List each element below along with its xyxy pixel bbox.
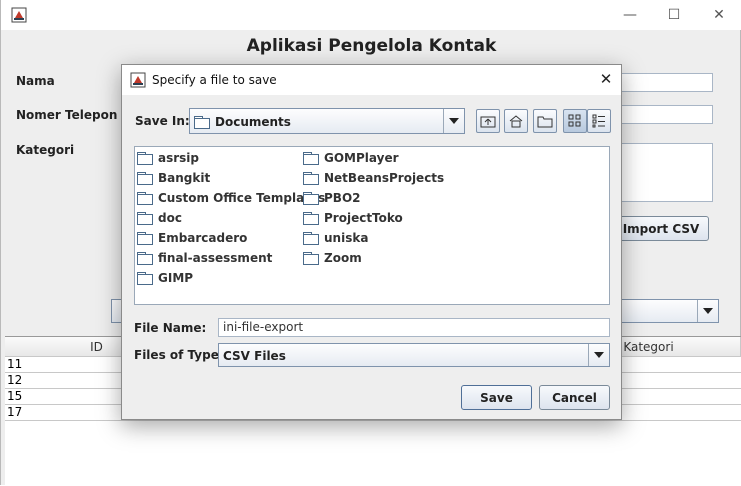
up-folder-icon — [480, 116, 496, 128]
file-name-label: File Name: — [134, 321, 207, 335]
folder-icon — [303, 252, 319, 265]
list-item[interactable]: GOMPlayer — [303, 149, 399, 167]
list-item[interactable]: Custom Office Templates — [137, 189, 325, 207]
chevron-down-icon — [588, 344, 609, 366]
folder-icon — [137, 252, 153, 265]
app-heading: Aplikasi Pengelola Kontak — [246, 36, 497, 56]
kategori-textarea[interactable] — [611, 143, 713, 202]
java-app-icon — [130, 72, 146, 88]
folder-icon — [194, 116, 210, 129]
label-nama: Nama — [16, 74, 55, 88]
list-view-icon — [568, 114, 581, 127]
folder-icon — [303, 152, 319, 165]
file-list[interactable]: asrsip Bangkit Custom Office Templates d… — [134, 146, 610, 305]
dialog-title: Specify a file to save — [152, 73, 277, 87]
file-type-value: CSV Files — [223, 349, 286, 363]
nama-input[interactable] — [611, 73, 713, 92]
minimize-button[interactable]: — — [607, 0, 653, 30]
list-item[interactable]: doc — [137, 209, 182, 227]
save-in-value: Documents — [215, 115, 291, 129]
folder-icon — [137, 272, 153, 285]
save-button[interactable]: Save — [461, 385, 532, 410]
new-folder-button[interactable] — [533, 109, 557, 133]
list-item[interactable]: Zoom — [303, 249, 362, 267]
list-item[interactable]: Bangkit — [137, 169, 210, 187]
import-csv-button[interactable]: Import CSV — [613, 216, 709, 241]
label-kategori: Kategori — [16, 143, 75, 157]
file-type-label: Files of Type: — [134, 348, 224, 362]
details-view-button[interactable] — [587, 109, 611, 133]
details-view-icon — [592, 114, 605, 128]
list-item[interactable]: NetBeansProjects — [303, 169, 444, 187]
list-item[interactable]: final-assessment — [137, 249, 272, 267]
new-folder-icon — [537, 116, 553, 128]
list-item[interactable]: asrsip — [137, 149, 199, 167]
java-app-icon — [11, 7, 27, 23]
list-item[interactable]: GIMP — [137, 269, 193, 287]
home-icon — [509, 115, 523, 128]
save-in-combo[interactable]: Documents — [189, 108, 465, 134]
folder-icon — [137, 192, 153, 205]
file-type-combo[interactable]: CSV Files — [218, 343, 610, 367]
dialog-title-bar: Specify a file to save ✕ — [122, 65, 621, 95]
folder-icon — [303, 192, 319, 205]
label-nomer-telepon: Nomer Telepon — [16, 108, 118, 122]
save-file-dialog: Specify a file to save ✕ Save In: Docume… — [121, 64, 622, 420]
home-button[interactable] — [504, 109, 528, 133]
maximize-button[interactable]: ☐ — [651, 0, 697, 30]
close-button[interactable]: ✕ — [696, 0, 741, 30]
folder-icon — [303, 212, 319, 225]
folder-icon — [303, 172, 319, 185]
folder-icon — [137, 152, 153, 165]
folder-icon — [137, 172, 153, 185]
file-name-input[interactable]: ini-file-export — [218, 318, 610, 337]
folder-icon — [137, 212, 153, 225]
save-in-label: Save In: — [135, 114, 190, 128]
list-item[interactable]: PBO2 — [303, 189, 361, 207]
folder-icon — [303, 232, 319, 245]
list-item[interactable]: Embarcadero — [137, 229, 247, 247]
folder-icon — [137, 232, 153, 245]
chevron-down-icon — [443, 109, 464, 133]
nomer-telepon-input[interactable] — [611, 105, 713, 124]
cancel-button[interactable]: Cancel — [539, 385, 610, 410]
list-view-button[interactable] — [563, 109, 587, 133]
list-item[interactable]: ProjectToko — [303, 209, 403, 227]
dialog-close-button[interactable]: ✕ — [592, 70, 620, 90]
chevron-down-icon — [697, 300, 718, 322]
list-item[interactable]: uniska — [303, 229, 368, 247]
main-title-bar: — ☐ ✕ — [1, 0, 741, 30]
up-folder-button[interactable] — [476, 109, 500, 133]
